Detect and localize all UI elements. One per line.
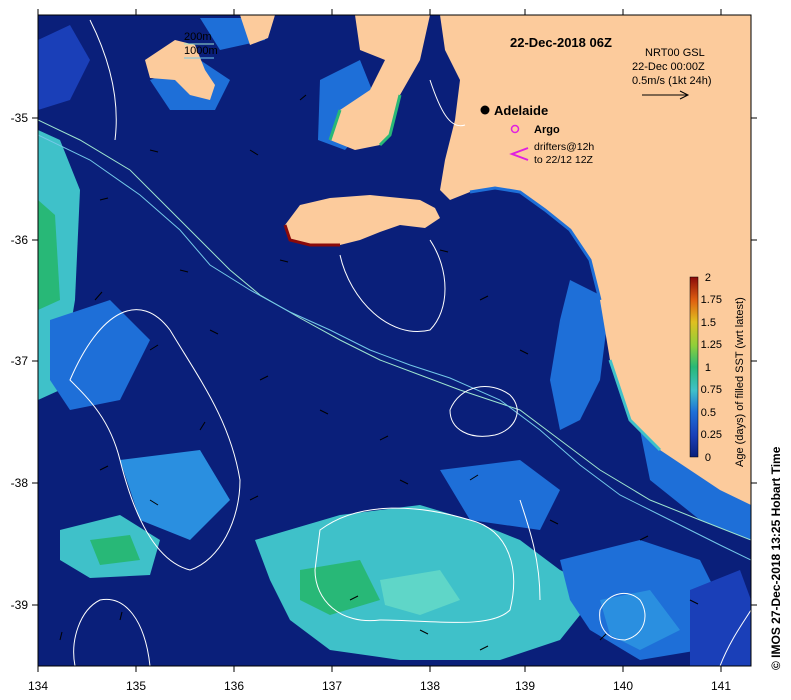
drifters-time: to 22/12 12Z: [534, 154, 594, 166]
colorbar-title: Age (days) of filled SST (wrt latest): [734, 297, 746, 467]
x-tick-label: 140: [613, 679, 633, 693]
colorbar-tick: 2: [705, 272, 711, 284]
y-tick-label: -36: [11, 233, 29, 247]
x-tick-label: 134: [28, 679, 48, 693]
colorbar-tick: 1.75: [701, 294, 722, 306]
y-tick-label: -39: [11, 598, 29, 612]
x-tick-label: 141: [711, 679, 731, 693]
depth-legend-1000: 1000m: [184, 45, 218, 57]
drifters-label: drifters@12h: [534, 141, 594, 153]
colorbar-tick: 0: [705, 452, 711, 464]
colorbar-tick: 1.25: [701, 339, 722, 351]
colorbar-tick: 1: [705, 362, 711, 374]
current-key-scale: 0.5m/s (1kt 24h): [632, 75, 711, 87]
y-tick-label: -37: [11, 354, 29, 368]
y-tick-label: -35: [11, 111, 29, 125]
x-tick-label: 138: [420, 679, 440, 693]
city-marker-icon: [480, 105, 490, 115]
colorbar-tick: 0.75: [701, 384, 722, 396]
map-layers: [38, 15, 751, 666]
y-axis-labels: -35 -36 -37 -38 -39: [11, 111, 29, 612]
y-tick-label: -38: [11, 476, 29, 490]
imos-credit: © IMOS 27-Dec-2018 13:25 Hobart Time: [769, 446, 783, 670]
x-tick-label: 137: [322, 679, 342, 693]
x-axis-labels: 134 135 136 137 138 139 140 141: [28, 679, 731, 693]
depth-legend-200: 200m: [184, 31, 212, 43]
map-title: 22-Dec-2018 06Z: [510, 35, 612, 50]
argo-label: Argo: [534, 124, 560, 136]
city-label: Adelaide: [494, 103, 548, 118]
colorbar-tick: 1.5: [701, 317, 716, 329]
x-tick-label: 136: [224, 679, 244, 693]
colorbar-scale: [689, 276, 699, 458]
x-tick-label: 139: [515, 679, 535, 693]
current-key-model: NRT00 GSL: [645, 47, 705, 59]
colorbar-tick: 0.25: [701, 429, 722, 441]
current-key-time: 22-Dec 00:00Z: [632, 61, 705, 73]
sst-map: 134 135 136 137 138 139 140 141 -35 -36 …: [11, 9, 783, 693]
x-tick-label: 135: [126, 679, 146, 693]
colorbar-tick: 0.5: [701, 407, 716, 419]
